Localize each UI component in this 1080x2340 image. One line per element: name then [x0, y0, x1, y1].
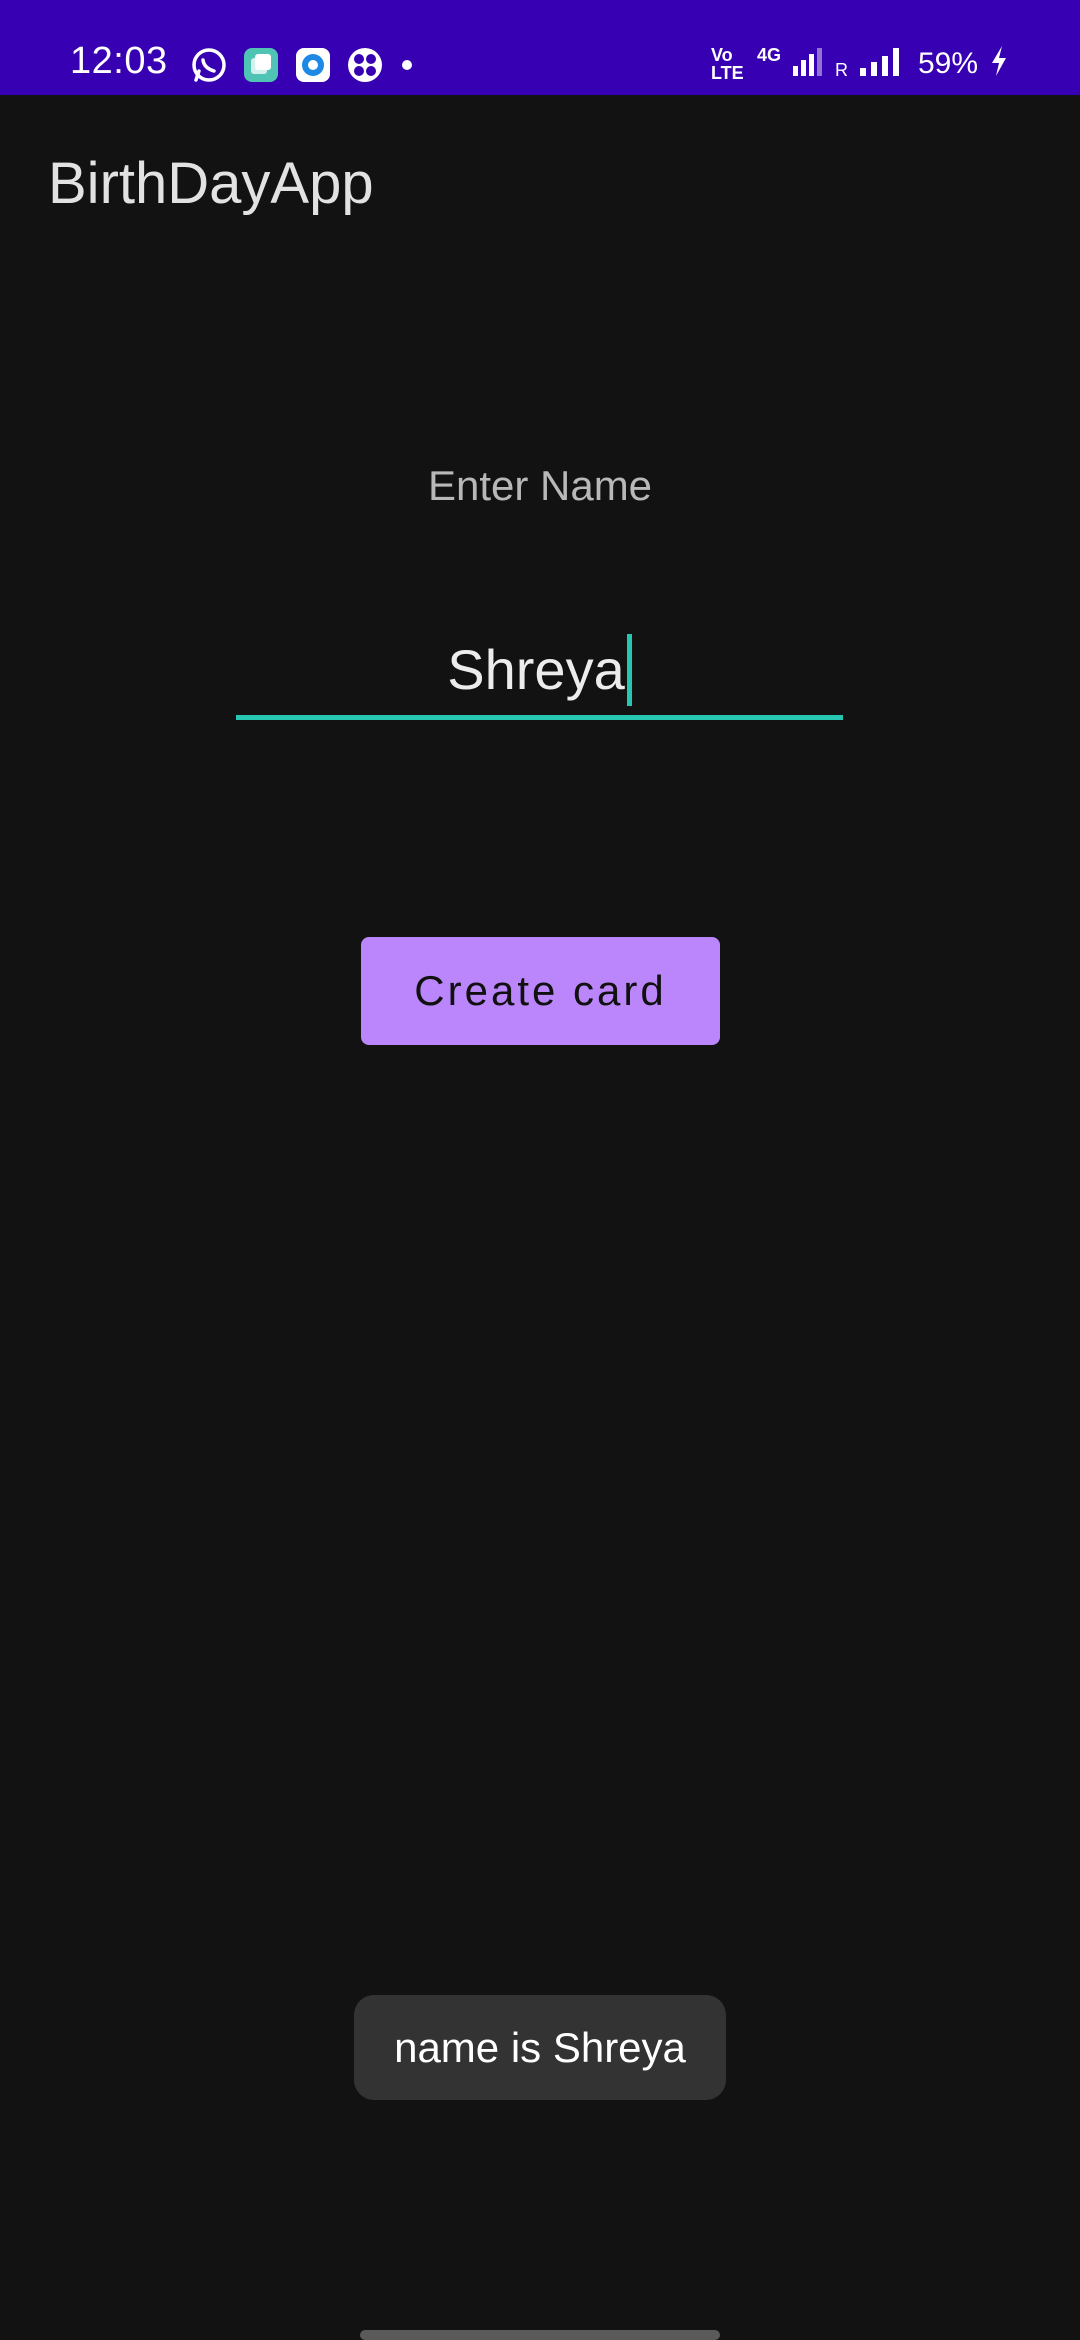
text-cursor: [626, 634, 632, 706]
whatsapp-icon: [190, 46, 228, 84]
app-title: BirthDayApp: [48, 151, 374, 216]
create-card-button[interactable]: Create card: [361, 937, 720, 1045]
name-input-value: Shreya: [447, 638, 625, 701]
roaming-label: R: [834, 60, 848, 80]
network-type-label: 4G: [756, 45, 781, 65]
battery-percent: 59%: [917, 46, 978, 80]
notification-dot-icon: [402, 60, 412, 70]
name-input[interactable]: Shreya: [236, 625, 843, 720]
toast-message: name is Shreya: [354, 1995, 726, 2100]
volte-label: Vo LTE: [710, 44, 744, 83]
system-icons: Vo LTE 4G R 59%: [711, 44, 1010, 83]
enter-name-label: Enter Name: [427, 462, 653, 509]
status-time: 12:03: [70, 40, 168, 82]
battery-charging-icon: [988, 44, 1010, 83]
app-grid-icon: [346, 46, 384, 84]
signal-icon-2: [858, 44, 908, 83]
status-bar: 12:03 Vo LTE 4G R 59%: [0, 0, 1080, 95]
app-icon: [242, 46, 280, 84]
browser-icon: [294, 46, 332, 84]
signal-icon: [791, 44, 825, 83]
notification-icons: [190, 46, 412, 84]
gesture-handle[interactable]: [360, 2330, 720, 2340]
